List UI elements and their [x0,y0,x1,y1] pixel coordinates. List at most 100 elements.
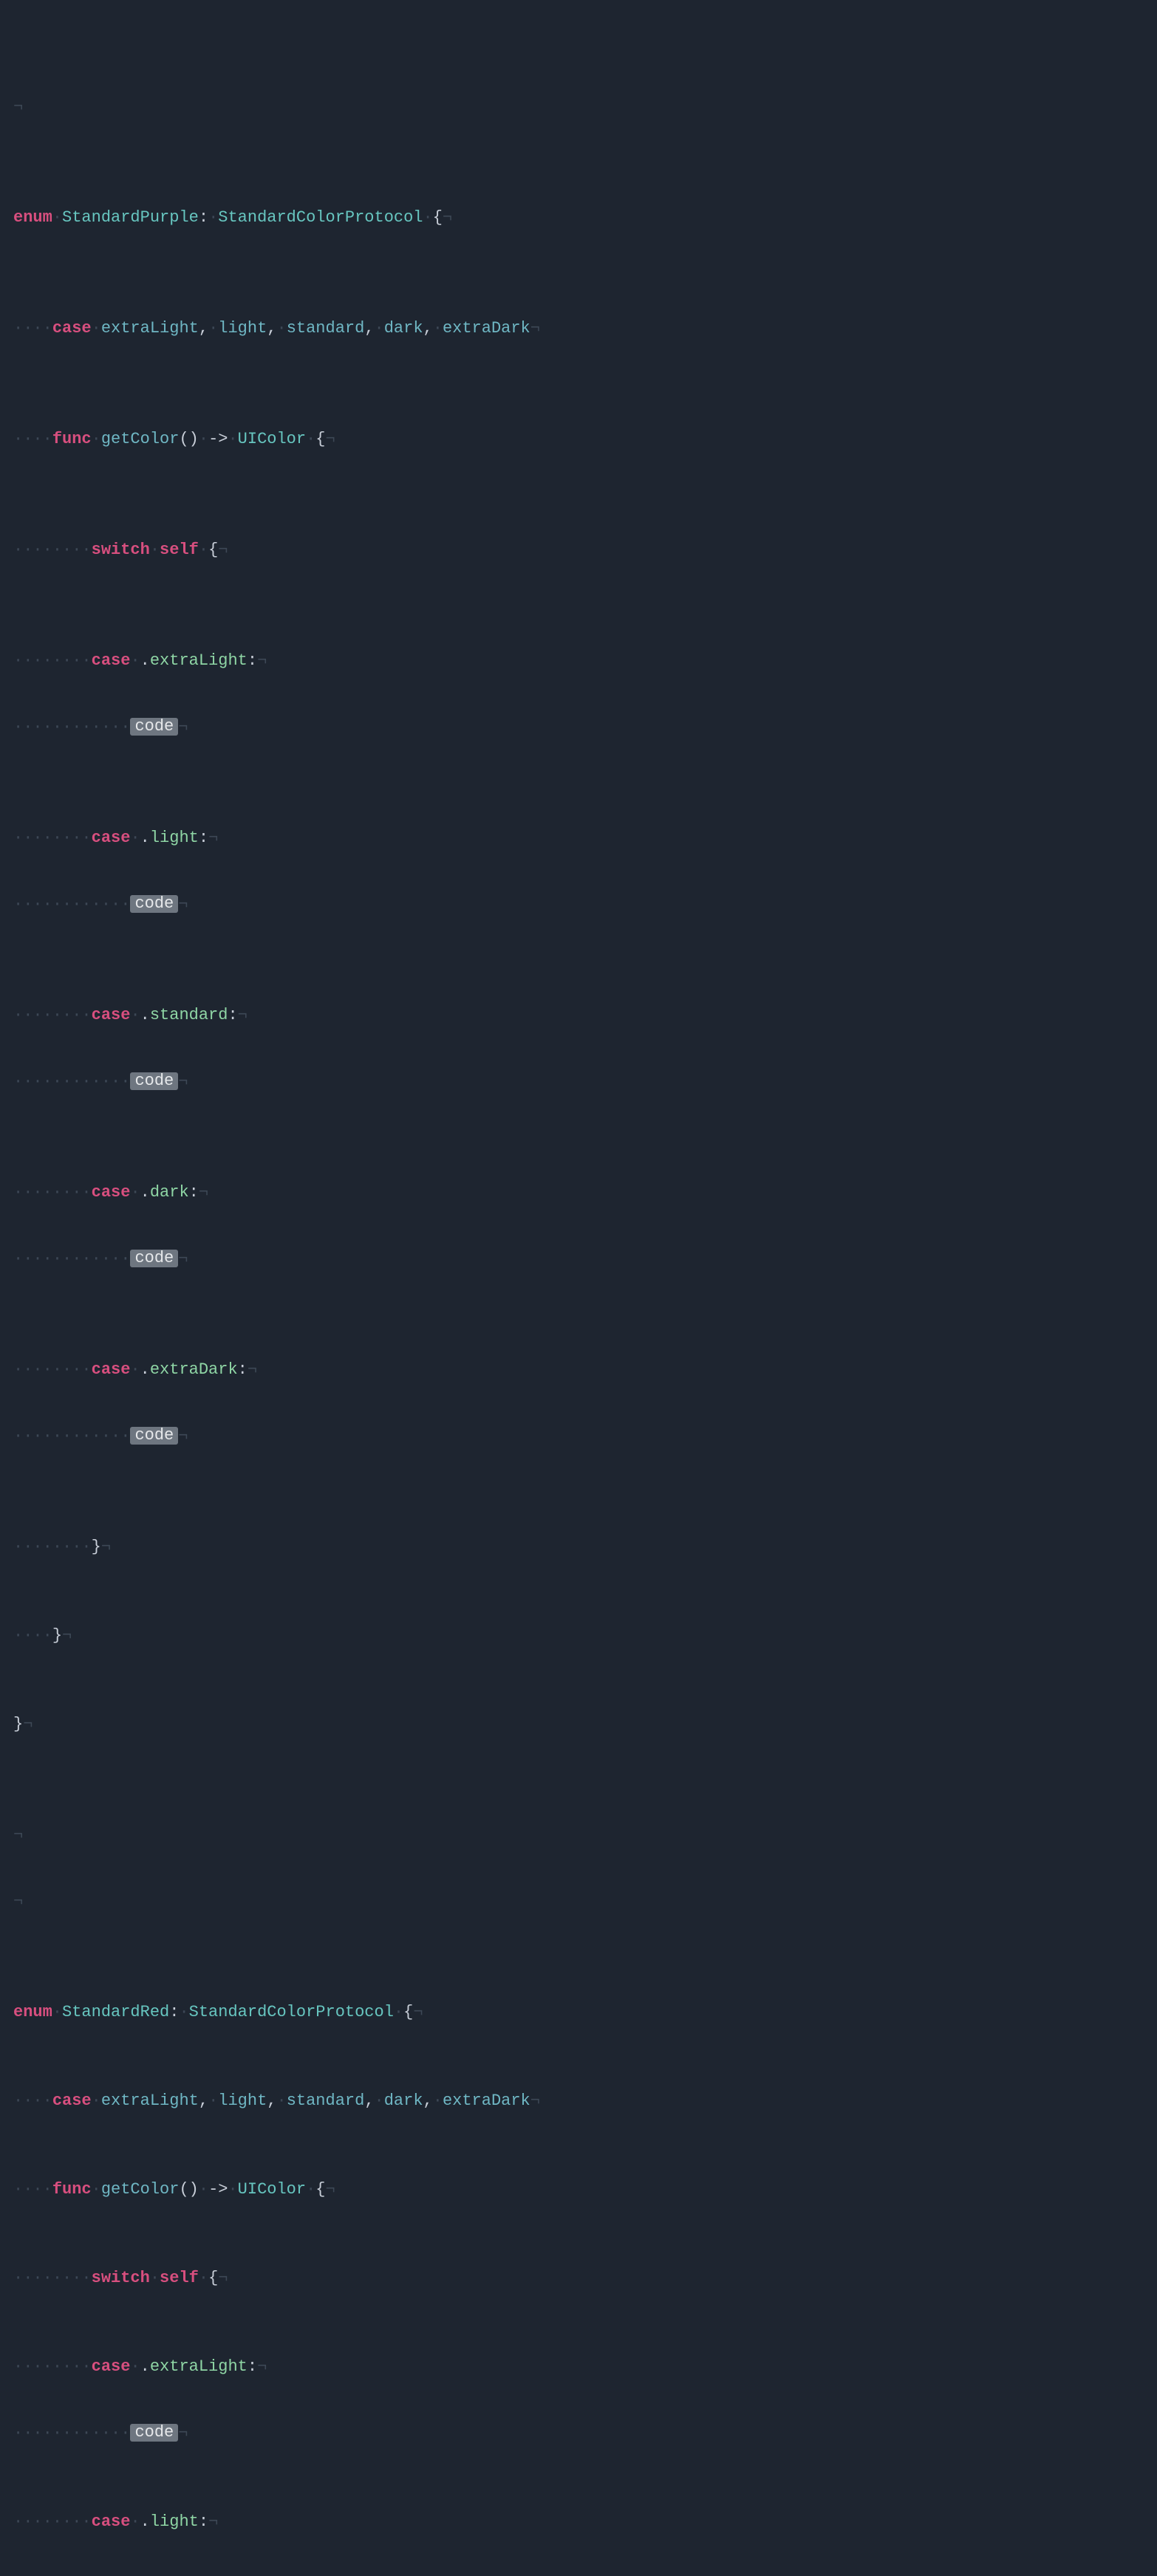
newline-marker: ¬ [326,430,335,448]
newline-marker: ¬ [101,1538,111,1556]
code-editor[interactable]: ¬ enum·StandardPurple:·StandardColorProt… [0,0,1157,2576]
indent: ········ [13,1006,92,1024]
case-value: dark [150,1183,189,1202]
case-value: light [150,2512,199,2531]
code-line[interactable]: ············code¬ [13,2422,1144,2445]
code-line[interactable]: ········switch·self·{¬ [13,539,1144,561]
code-placeholder[interactable]: code [130,1250,178,1267]
keyword-enum: enum [13,2003,52,2021]
newline-marker: ¬ [178,1427,188,1445]
code-line[interactable]: ········}¬ [13,1536,1144,1558]
code-line[interactable]: ····case·extraLight,·light,·standard,·da… [13,318,1144,340]
code-line[interactable]: ········case·.extraDark:¬ [13,1359,1144,1381]
newline-marker: ¬ [248,1360,257,1379]
keyword-switch: switch [92,541,150,559]
newline-marker: ¬ [199,1183,208,1202]
code-line[interactable]: ········switch·self·{¬ [13,2267,1144,2289]
case-value: extraLight [150,2357,248,2376]
code-line[interactable]: ········case·.extraLight:¬ [13,2356,1144,2378]
newline-marker: ¬ [530,319,540,338]
newline-marker: ¬ [257,2357,267,2376]
keyword-case: case [92,651,131,670]
code-placeholder[interactable]: code [130,718,178,736]
brace-close: } [13,1715,23,1733]
newline-marker: ¬ [257,651,267,670]
newline-marker: ¬ [218,2269,228,2287]
code-line[interactable]: ············code¬ [13,1071,1144,1093]
indent: ········ [13,829,92,847]
code-line[interactable]: ············code¬ [13,1425,1144,1448]
code-line[interactable]: enum·StandardPurple:·StandardColorProtoc… [13,207,1144,229]
code-line[interactable]: ····func·getColor()·->·UIColor·{¬ [13,2179,1144,2201]
keyword-case: case [52,319,92,338]
brace-open: { [433,208,443,227]
indent: ···· [13,2180,52,2199]
newline-marker: ¬ [178,2424,188,2442]
code-line[interactable]: enum·StandardRed:·StandardColorProtocol·… [13,2001,1144,2024]
indent: ········ [13,2512,92,2531]
enum-name: StandardRed [62,2003,169,2021]
case-value: standard [287,2092,365,2110]
keyword-case: case [52,2092,92,2110]
code-line[interactable]: ············code¬ [13,1248,1144,1270]
newline-marker: ¬ [178,895,188,914]
indent: ········ [13,1360,92,1379]
code-placeholder[interactable]: code [130,895,178,913]
keyword-func: func [52,2180,92,2199]
code-line[interactable]: ········case·.light:¬ [13,827,1144,849]
whitespace-dot: · [423,208,433,227]
code-line[interactable]: ········case·.dark:¬ [13,1182,1144,1204]
newline-marker: ¬ [208,829,218,847]
func-name: getColor [101,2180,180,2199]
keyword-case: case [92,1360,131,1379]
indent: ···· [13,319,52,338]
code-placeholder[interactable]: code [130,1072,178,1090]
code-placeholder[interactable]: code [130,1427,178,1445]
code-line[interactable]: ····func·getColor()·->·UIColor·{¬ [13,428,1144,451]
indent: ········ [13,651,92,670]
newline-marker: ¬ [238,1006,248,1024]
code-placeholder[interactable]: code [130,2424,178,2442]
code-line[interactable]: ········case·.extraLight:¬ [13,650,1144,672]
case-value: extraDark [150,1360,238,1379]
keyword-case: case [92,1006,131,1024]
case-value: extraLight [150,651,248,670]
code-line[interactable]: ············code¬ [13,716,1144,739]
keyword-self: self [160,541,199,559]
case-value: light [218,319,267,338]
newline-marker: ¬ [218,541,228,559]
indent: ············ [13,895,130,914]
newline-marker: ¬ [13,1826,23,1844]
keyword-case: case [92,829,131,847]
code-line[interactable]: ····case·extraLight,·light,·standard,·da… [13,2090,1144,2112]
newline-marker: ¬ [413,2003,423,2021]
case-value: standard [287,319,365,338]
indent: ········ [13,541,92,559]
newline-marker: ¬ [443,208,452,227]
code-line[interactable]: ············code¬ [13,894,1144,916]
keyword-switch: switch [92,2269,150,2287]
indent: ············ [13,1072,130,1091]
code-line[interactable]: ····}¬ [13,1625,1144,1647]
return-type: UIColor [238,2180,306,2199]
indent: ············ [13,718,130,736]
newline-marker: ¬ [208,2512,218,2531]
case-value: dark [384,2092,423,2110]
case-value: light [218,2092,267,2110]
brace-close: } [92,1538,101,1556]
newline-marker: ¬ [326,2180,335,2199]
code-line[interactable]: ········case·.light:¬ [13,2511,1144,2533]
enum-name: StandardPurple [62,208,199,227]
code-line[interactable]: ¬ [13,1891,1144,1913]
whitespace-dot: · [52,208,62,227]
code-line[interactable]: ¬ [13,96,1144,118]
keyword-case: case [92,2357,131,2376]
code-line[interactable]: ········case·.standard:¬ [13,1004,1144,1027]
code-line[interactable]: }¬ [13,1713,1144,1736]
case-value: standard [150,1006,228,1024]
indent: ···· [13,1626,52,1645]
code-line[interactable]: ¬ [13,1824,1144,1846]
case-value: dark [384,319,423,338]
colon: : [199,208,208,227]
case-value: extraLight [101,2092,199,2110]
